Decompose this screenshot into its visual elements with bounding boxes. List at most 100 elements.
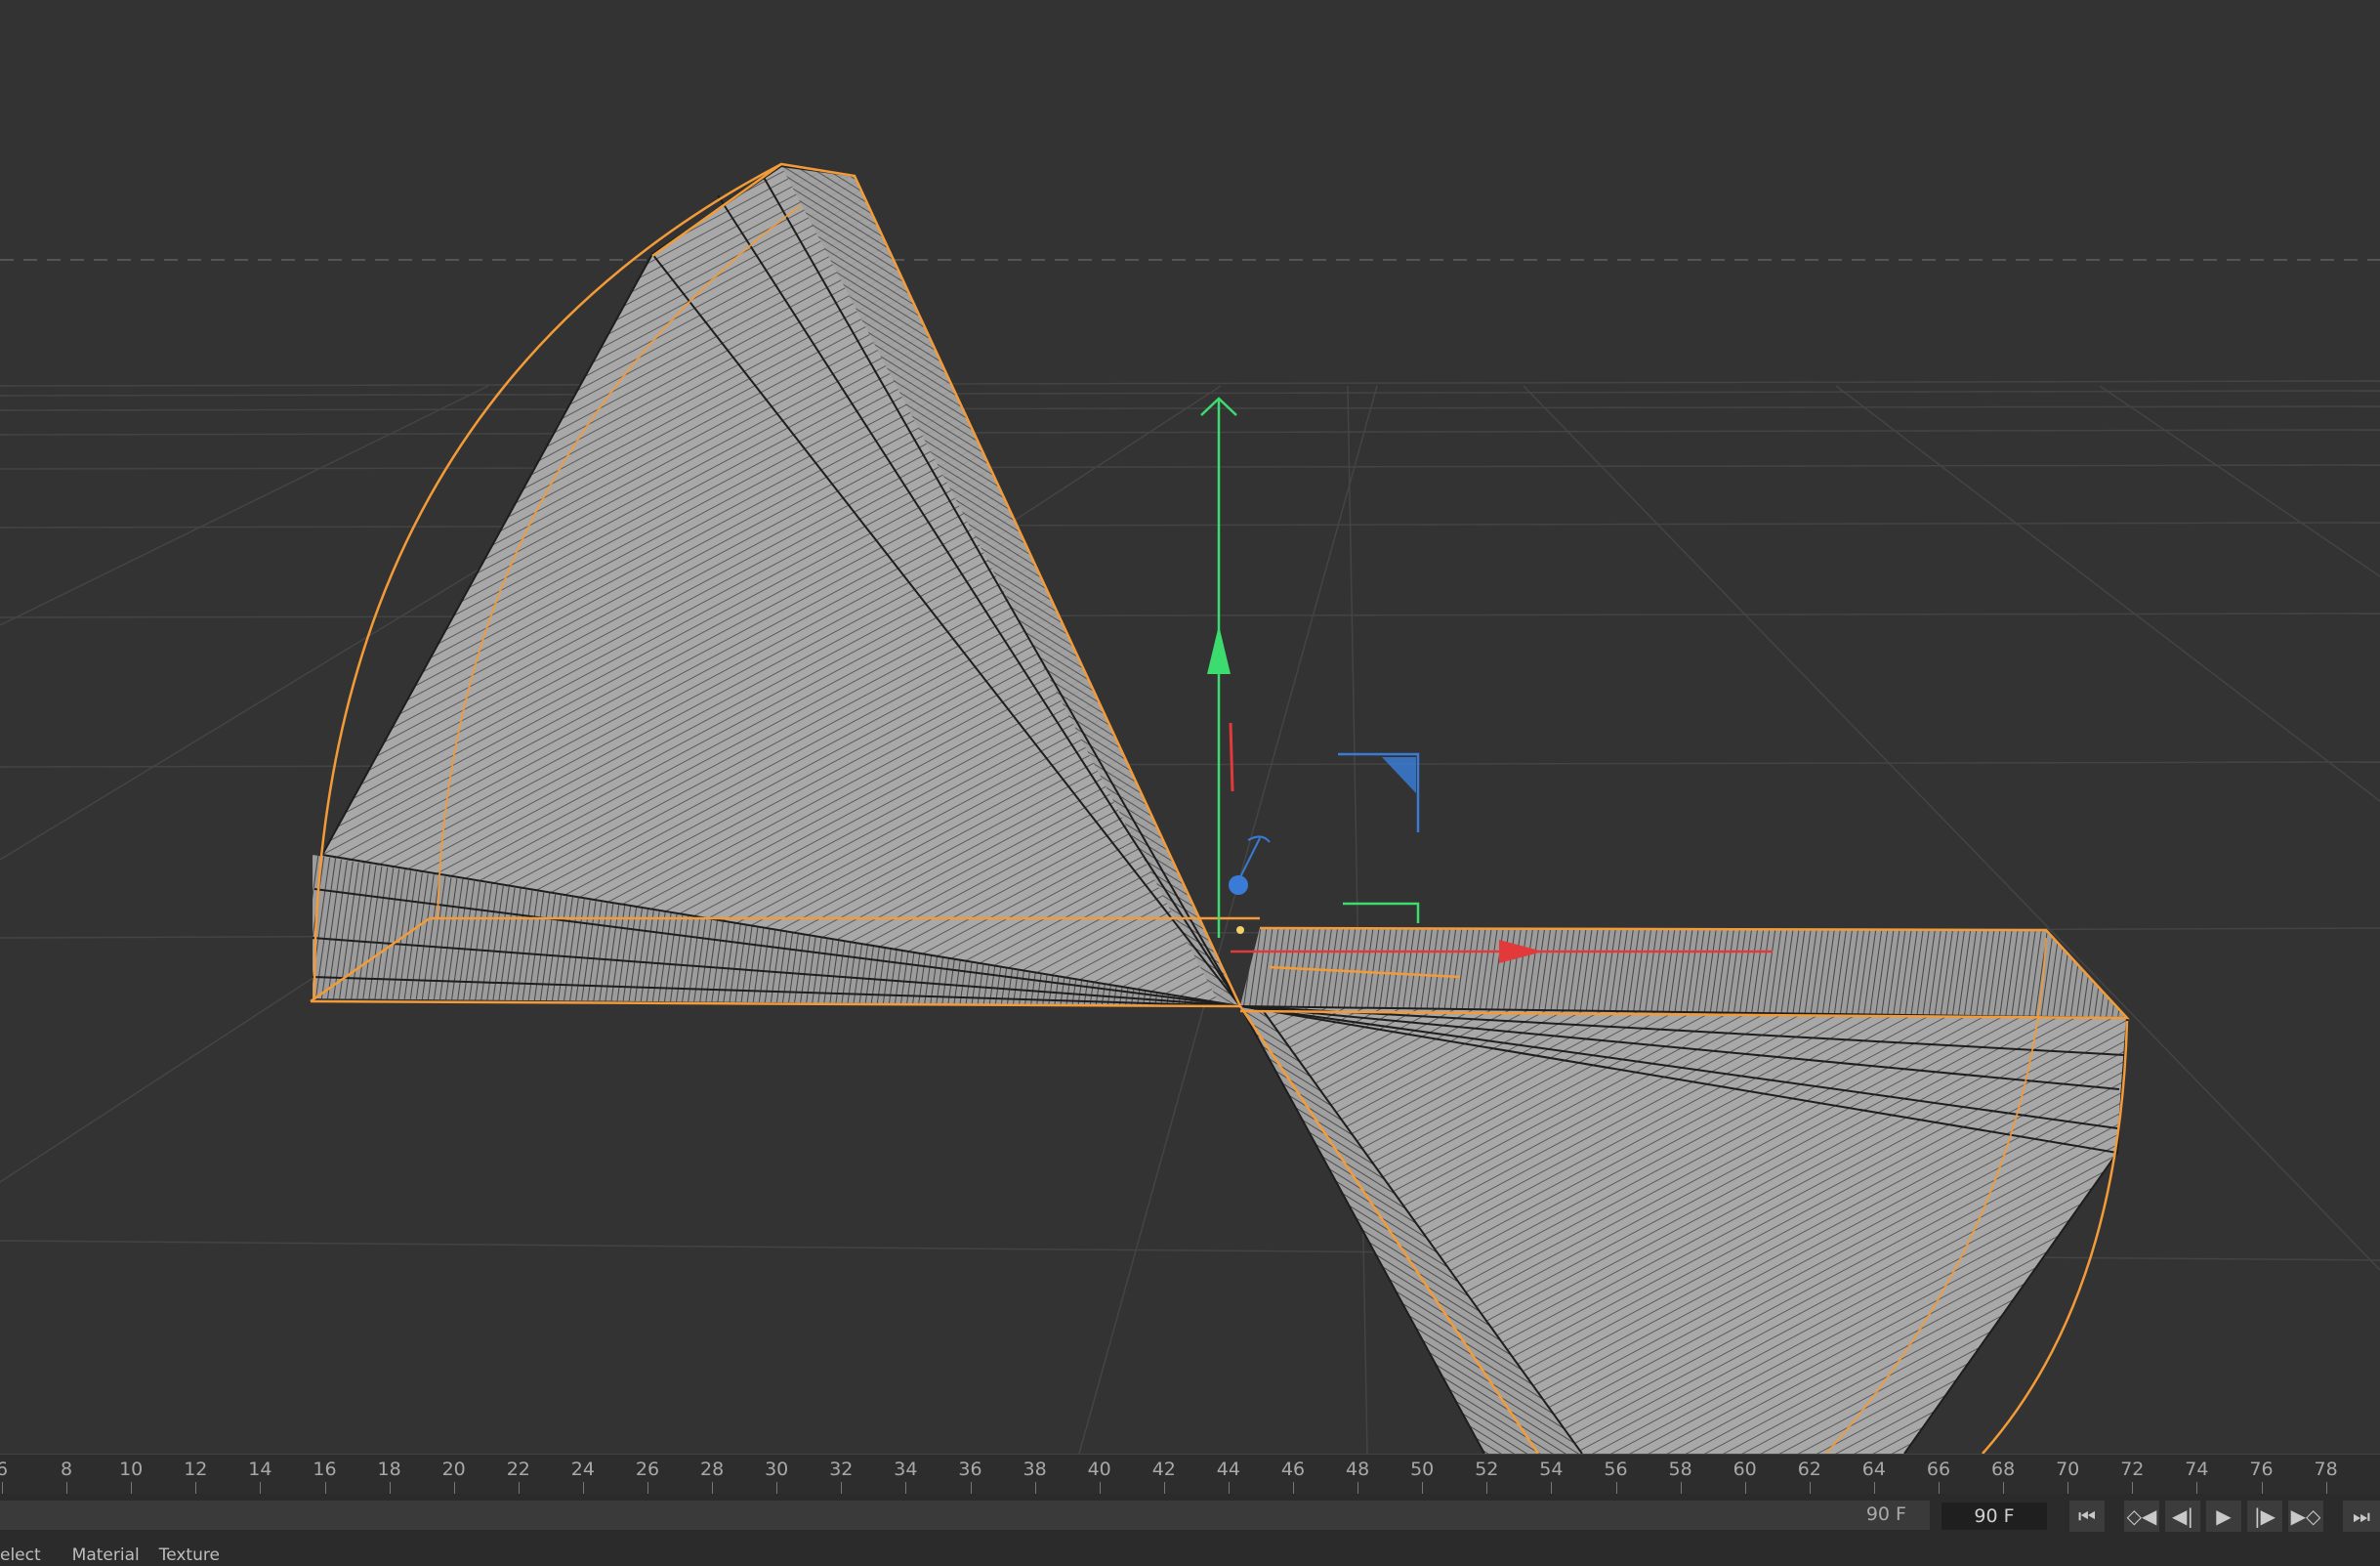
previous-keyframe-icon: ◇◀: [2126, 1504, 2157, 1528]
mesh-lower-wedge: [1239, 928, 2128, 1454]
timeline-tick-label: 50: [1410, 1459, 1435, 1480]
timeline-tick-label: 46: [1280, 1459, 1306, 1480]
timeline-tick-label: 34: [894, 1459, 918, 1480]
go-to-start-button[interactable]: ⏮: [2069, 1501, 2105, 1532]
timeline-tick-label: 68: [1991, 1459, 2016, 1480]
timeline-scrub-track[interactable]: 90 F: [0, 1501, 1930, 1530]
move-gizmo[interactable]: [1200, 397, 1773, 963]
step-forward-icon: |▶: [2253, 1504, 2276, 1528]
yz-plane-fill: [1382, 757, 1416, 793]
timeline-tick-mark: [131, 1482, 133, 1494]
play-icon: ▶: [2216, 1504, 2232, 1528]
z-axis-handle: [1229, 875, 1248, 895]
timeline-tick-label: 16: [313, 1459, 337, 1480]
timeline-tick-label: 40: [1087, 1459, 1111, 1480]
step-back-button[interactable]: ◀|: [2165, 1501, 2200, 1532]
timeline-tick-mark: [66, 1482, 68, 1494]
timeline-tick-mark: [1939, 1482, 1940, 1494]
timeline-tick-mark: [905, 1482, 907, 1494]
timeline-tick-mark: [1486, 1482, 1488, 1494]
timeline-tick-mark: [1228, 1482, 1230, 1494]
timeline-tick-label: 36: [958, 1459, 982, 1480]
timeline-tick-label: 22: [506, 1459, 530, 1480]
timeline-tick-mark: [518, 1482, 520, 1494]
timeline-tick-mark: [389, 1482, 391, 1494]
timeline-tick-label: 54: [1539, 1459, 1564, 1480]
timeline-tick-mark: [2132, 1482, 2134, 1494]
timeline-tick-label: 76: [2249, 1459, 2274, 1480]
timeline-ruler[interactable]: 6 8 10 12 14 16 18 20 22 24 26 28 30 32 34 36 38 40 42 44 46…: [0, 1454, 2380, 1494]
timeline-tick-label: 70: [2056, 1459, 2080, 1480]
timeline-tick-mark: [1680, 1482, 1682, 1494]
timeline-tick-label: 12: [184, 1459, 208, 1480]
timeline-tick-label: 38: [1023, 1459, 1047, 1480]
timeline-tick-label: 44: [1216, 1459, 1240, 1480]
timeline-tick-label: 10: [119, 1459, 144, 1480]
timeline-tick-label: 56: [1604, 1459, 1628, 1480]
status-item-select[interactable]: elect: [0, 1545, 41, 1565]
timeline-tick-mark: [453, 1482, 455, 1494]
timeline-tick-mark: [2261, 1482, 2263, 1494]
go-to-end-button[interactable]: ⏭: [2343, 1501, 2380, 1532]
skip-to-end-icon: ⏭: [2353, 1504, 2370, 1528]
next-keyframe-button[interactable]: ▶◇: [2288, 1501, 2323, 1532]
timeline-tick-label: 28: [700, 1459, 725, 1480]
timeline-tick-label: 18: [377, 1459, 401, 1480]
timeline-tick-label: 62: [1797, 1459, 1821, 1480]
timeline-tick-label: 8: [61, 1459, 73, 1480]
skip-to-start-icon: ⏮: [2078, 1504, 2096, 1528]
timeline-tick-label: 24: [570, 1459, 595, 1480]
timeline-tick-mark: [2, 1482, 3, 1494]
timeline-tick-label: 60: [1733, 1459, 1757, 1480]
timeline-tick-label: 66: [1926, 1459, 1951, 1480]
next-keyframe-icon: ▶◇: [2290, 1504, 2321, 1528]
timeline-tick-label: 72: [2120, 1459, 2145, 1480]
timeline-tick-label: 6: [0, 1459, 9, 1480]
timeline-tick-label: 20: [441, 1459, 466, 1480]
timeline-tick-label: 74: [2185, 1459, 2209, 1480]
timeline-tick-mark: [2067, 1482, 2069, 1494]
previous-keyframe-button[interactable]: ◇◀: [2124, 1501, 2159, 1532]
timeline-tick-label: 32: [829, 1459, 854, 1480]
xy-plane-handle: [1343, 902, 1420, 923]
timeline-tick-mark: [1099, 1482, 1101, 1494]
timeline-tick-mark: [1293, 1482, 1294, 1494]
status-item-material[interactable]: Material: [72, 1545, 140, 1565]
timeline-tick-mark: [776, 1482, 778, 1494]
timeline-tick-mark: [1163, 1482, 1165, 1494]
timeline-tick-mark: [1809, 1482, 1811, 1494]
timeline-tick-mark: [1422, 1482, 1424, 1494]
timeline-tick-mark: [712, 1482, 714, 1494]
timeline-tick-label: 58: [1668, 1459, 1692, 1480]
3d-viewport[interactable]: [0, 0, 2380, 1454]
timeline-tick-mark: [260, 1482, 262, 1494]
timeline-tick-label: 42: [1151, 1459, 1176, 1480]
timeline-tick-mark: [1615, 1482, 1617, 1494]
timeline-tick-label: 26: [635, 1459, 660, 1480]
timeline-tick-mark: [1034, 1482, 1036, 1494]
rotate-x-mark: [1229, 722, 1234, 792]
current-frame-field[interactable]: 90 F: [1942, 1503, 2047, 1530]
object-pivot: [1236, 926, 1244, 934]
timeline-tick-mark: [2325, 1482, 2327, 1494]
timeline-tick-mark: [324, 1482, 326, 1494]
play-button[interactable]: ▶: [2206, 1501, 2241, 1532]
timeline-tick-mark: [647, 1482, 648, 1494]
step-forward-button[interactable]: |▶: [2247, 1501, 2282, 1532]
viewport-canvas[interactable]: [0, 0, 2380, 1454]
timeline-tick-label: 30: [765, 1459, 789, 1480]
timeline-tick-mark: [2003, 1482, 2005, 1494]
step-back-icon: ◀|: [2171, 1504, 2194, 1528]
timeline-tick-label: 14: [248, 1459, 272, 1480]
y-axis-handle: [1207, 625, 1231, 674]
timeline-tick-mark: [582, 1482, 584, 1494]
timeline-tick-mark: [1551, 1482, 1553, 1494]
status-item-texture[interactable]: Texture: [159, 1545, 220, 1565]
timeline-tick-label: 64: [1861, 1459, 1886, 1480]
timeline-tick-label: 48: [1346, 1459, 1370, 1480]
timeline-tick-label: 52: [1475, 1459, 1499, 1480]
end-frame-label: 90 F: [1865, 1503, 1906, 1525]
timeline-tick-mark: [1744, 1482, 1746, 1494]
timeline-tick-mark: [841, 1482, 843, 1494]
timeline-tick-mark: [2196, 1482, 2198, 1494]
